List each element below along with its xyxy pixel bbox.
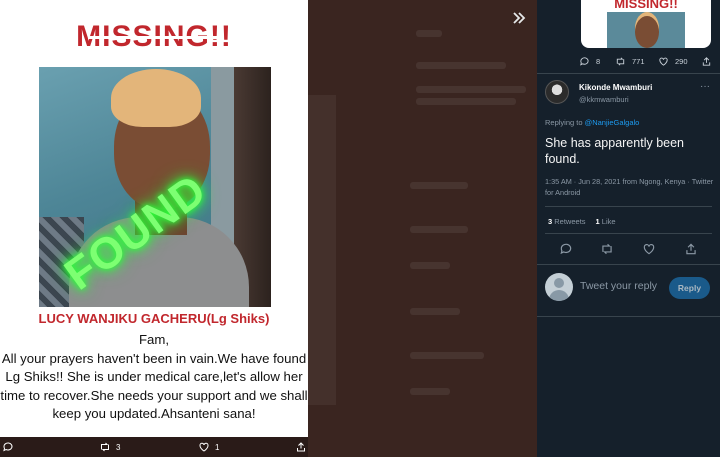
missing-person-poster[interactable]: MISSING!! FOUND LUCY WANJIKU GACHERU(Lg … — [0, 0, 308, 437]
thread-panel: MISSING!! 8 771 290 Kikonde Mwamburi @kk… — [537, 0, 720, 457]
retweet-icon — [101, 442, 109, 452]
parent-share-action[interactable] — [701, 56, 712, 67]
parent-reply-count: 8 — [596, 57, 601, 66]
reply-input[interactable]: Tweet your reply — [580, 280, 657, 292]
like-action[interactable]: 1 — [198, 441, 219, 453]
reply-icon — [560, 243, 572, 255]
poster-greeting: Fam, — [138, 332, 170, 347]
double-chevron-right-icon — [513, 12, 526, 24]
parent-tweet-image[interactable]: MISSING!! — [581, 0, 711, 48]
share-icon — [702, 57, 711, 66]
found-stamp: FOUND — [56, 165, 216, 300]
retweet-count: 3 — [116, 442, 121, 452]
replying-to: Replying to @NanjieGalgalo — [545, 118, 640, 127]
tweet-actions — [537, 242, 720, 258]
dimmed-timeline-backdrop — [308, 0, 537, 457]
tweet-metadata: 1:35 AM · Jun 28, 2021 from Ngong, Kenya… — [545, 177, 714, 197]
retweet-icon — [616, 57, 625, 66]
author-handle[interactable]: @kkmwamburi — [579, 95, 629, 104]
tweet-text: She has apparently been found. — [545, 136, 684, 166]
share-button[interactable] — [684, 242, 698, 256]
parent-like-count: 290 — [675, 57, 688, 66]
media-action-bar: 3 1 — [0, 437, 308, 457]
author-name[interactable]: Kikonde Mwamburi — [579, 83, 652, 92]
share-icon — [686, 243, 696, 255]
reply-action[interactable] — [2, 441, 14, 453]
engagement-counts: 3 Retweets 1 Like — [548, 217, 616, 226]
poster-headline: MISSING!! — [0, 20, 308, 54]
poster-message: Fam, All your prayers haven't been in va… — [0, 331, 308, 424]
heart-icon — [643, 244, 655, 255]
parent-retweet-action[interactable]: 771 — [615, 56, 645, 67]
like-count: 1 — [215, 442, 220, 452]
parent-reply-action[interactable]: 8 — [579, 56, 600, 67]
parent-like-action[interactable]: 290 — [658, 56, 688, 67]
reply-icon — [3, 442, 13, 452]
share-action[interactable] — [295, 441, 307, 453]
collapse-panel-button[interactable] — [511, 10, 527, 26]
current-user-avatar — [545, 273, 573, 301]
reply-icon — [580, 57, 589, 66]
thumbnail-headline: MISSING!! — [614, 0, 678, 11]
avatar[interactable] — [545, 80, 569, 104]
reply-button[interactable] — [559, 242, 573, 256]
reply-composer: Tweet your reply Reply — [537, 270, 720, 316]
retweet-button[interactable] — [600, 242, 614, 256]
poster-body: All your prayers haven't been in vain.We… — [0, 350, 308, 422]
replying-to-link[interactable]: @NanjieGalgalo — [585, 118, 640, 127]
heart-icon — [199, 442, 209, 452]
share-icon — [297, 442, 305, 452]
parent-retweet-count: 771 — [632, 57, 645, 66]
retweet-icon — [602, 243, 612, 255]
retweets-count-link[interactable]: 3 Retweets — [548, 217, 586, 226]
reply-submit-button[interactable]: Reply — [669, 277, 710, 299]
more-options-icon[interactable]: ··· — [700, 81, 710, 92]
retweet-action[interactable]: 3 — [99, 441, 120, 453]
person-name: LUCY WANJIKU GACHERU(Lg Shiks) — [38, 311, 270, 326]
like-button[interactable] — [642, 242, 656, 256]
heart-icon — [659, 57, 668, 66]
likes-count-link[interactable]: 1 Like — [596, 217, 616, 226]
media-viewer: MISSING!! FOUND LUCY WANJIKU GACHERU(Lg … — [0, 0, 537, 457]
parent-tweet-actions: 8 771 290 — [579, 56, 715, 70]
